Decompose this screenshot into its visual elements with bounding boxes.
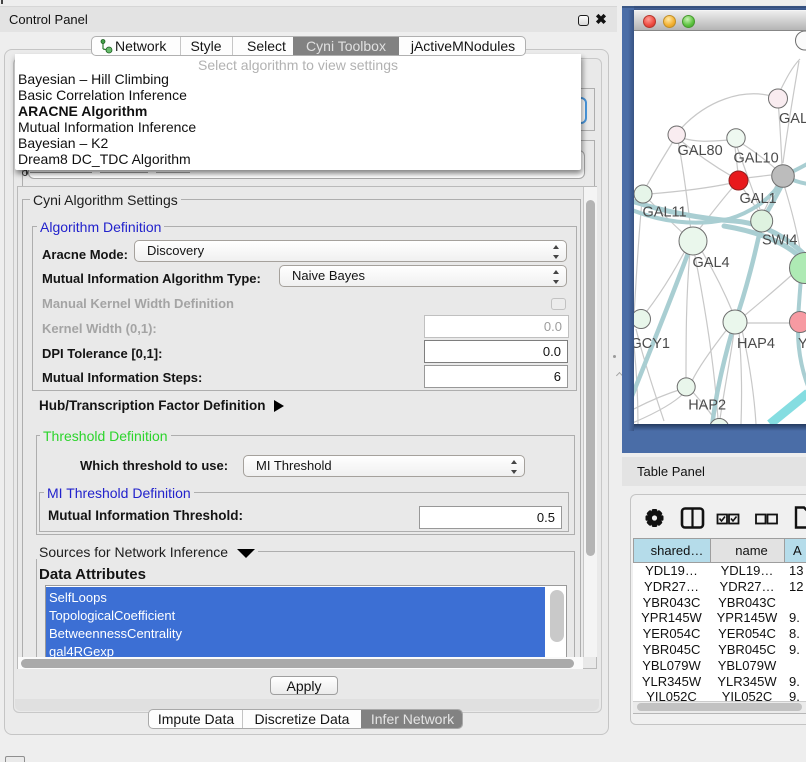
svg-text:GCY1: GCY1 — [634, 336, 670, 352]
svg-text:HAP2: HAP2 — [688, 398, 726, 414]
svg-text:Y: Y — [798, 336, 806, 352]
svg-text:SWI4: SWI4 — [762, 233, 797, 249]
svg-text:HAP4: HAP4 — [737, 336, 775, 352]
svg-text:GAL10: GAL10 — [734, 151, 779, 167]
svg-text:GAL: GAL — [779, 111, 806, 127]
svg-text:GAL80: GAL80 — [678, 143, 723, 159]
svg-text:GAL4: GAL4 — [693, 255, 730, 271]
svg-text:GAL11: GAL11 — [643, 205, 687, 221]
svg-text:GAL1: GAL1 — [740, 191, 777, 207]
